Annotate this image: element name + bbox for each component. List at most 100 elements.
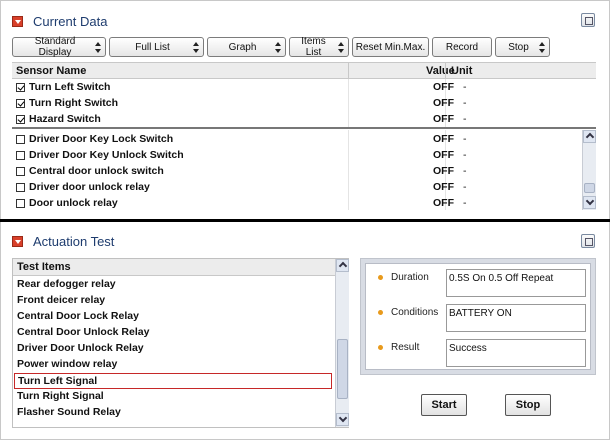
sensor-value: OFF xyxy=(433,113,454,125)
sensor-name: Turn Right Switch xyxy=(29,97,119,109)
stop-label: Stop xyxy=(508,41,529,53)
column-divider xyxy=(348,63,349,78)
list-item[interactable]: Flasher Sound Relay xyxy=(13,405,335,421)
list-mode-select[interactable]: Full List xyxy=(109,37,204,57)
graph-label: Graph xyxy=(228,41,257,53)
sensor-unit: - xyxy=(463,197,467,209)
actuation-test-title: Actuation Test xyxy=(33,233,115,249)
duration-label: Duration xyxy=(378,272,429,283)
row-checkbox[interactable] xyxy=(16,83,25,92)
sensor-list-scrollbar[interactable] xyxy=(582,130,596,210)
maximize-current-data-icon[interactable] xyxy=(581,13,595,27)
spinner-arrows-icon xyxy=(338,42,344,53)
list-item[interactable]: Driver Door Unlock Relay xyxy=(13,341,335,357)
conditions-label: Conditions xyxy=(378,307,438,318)
test-list-scrollbar[interactable] xyxy=(335,259,349,427)
sensor-value: OFF xyxy=(433,165,454,177)
sensor-name: Driver Door Key Lock Switch xyxy=(29,133,174,145)
list-item[interactable]: Front deicer relay xyxy=(13,293,335,309)
row-checkbox[interactable] xyxy=(16,167,25,176)
sensor-unit: - xyxy=(463,81,467,93)
column-divider xyxy=(348,130,349,210)
graph-select[interactable]: Graph xyxy=(207,37,286,57)
sensor-value: OFF xyxy=(433,81,454,93)
scroll-thumb[interactable] xyxy=(584,183,595,193)
scroll-down-icon[interactable] xyxy=(583,196,596,209)
display-mode-select[interactable]: Standard Display xyxy=(12,36,106,58)
spinner-arrows-icon xyxy=(95,42,101,53)
row-checkbox[interactable] xyxy=(16,183,25,192)
panel-separator xyxy=(0,219,610,222)
sensor-unit: - xyxy=(463,113,467,125)
sensor-name: Door unlock relay xyxy=(29,197,118,209)
column-unit: Unit xyxy=(451,65,473,77)
sensor-name: Turn Left Switch xyxy=(29,81,111,93)
stop-select[interactable]: Stop xyxy=(495,37,550,57)
bullet-icon xyxy=(378,309,383,315)
items-list-label: Items List xyxy=(301,36,326,58)
items-list-select[interactable]: Items List xyxy=(289,36,349,58)
scroll-down-icon[interactable] xyxy=(336,413,349,426)
sensor-name: Driver door unlock relay xyxy=(29,181,150,193)
row-checkbox[interactable] xyxy=(16,151,25,160)
spinner-arrows-icon xyxy=(539,42,545,53)
list-item-selected[interactable]: Turn Left Signal xyxy=(14,373,332,389)
maximize-actuation-test-icon[interactable] xyxy=(581,234,595,248)
sensor-name: Driver Door Key Unlock Switch xyxy=(29,149,184,161)
actuation-test-header: Actuation Test xyxy=(12,230,114,252)
column-divider xyxy=(445,63,446,78)
list-mode-label: Full List xyxy=(135,41,170,53)
test-items-list: Test Items Rear defogger relay Front dei… xyxy=(12,258,349,428)
display-mode-label: Standard Display xyxy=(34,36,76,58)
result-label: Result xyxy=(378,342,419,353)
list-item[interactable]: Power window relay xyxy=(13,357,335,373)
current-data-header: Current Data xyxy=(12,10,107,32)
sensor-unit: - xyxy=(463,181,467,193)
sensor-name: Hazard Switch xyxy=(29,113,101,125)
row-checkbox[interactable] xyxy=(16,115,25,124)
sensor-table-header: Sensor Name Value Unit xyxy=(12,62,596,79)
current-data-toolbar: Standard Display Full List Graph Items L… xyxy=(12,36,553,58)
list-item[interactable]: Rear defogger relay xyxy=(13,277,335,293)
test-items-header: Test Items xyxy=(13,259,335,276)
list-item[interactable]: Central Door Unlock Relay xyxy=(13,325,335,341)
sensor-value: OFF xyxy=(433,149,454,161)
sensor-value: OFF xyxy=(433,181,454,193)
bullet-icon xyxy=(378,344,383,350)
reset-min-max-button[interactable]: Reset Min.Max. xyxy=(352,37,429,57)
column-divider xyxy=(348,79,349,127)
scroll-up-icon[interactable] xyxy=(336,259,349,272)
sensor-unit: - xyxy=(463,149,467,161)
sensor-unit: - xyxy=(463,97,467,109)
collapse-actuation-test-icon[interactable] xyxy=(12,235,23,247)
spinner-arrows-icon xyxy=(275,42,281,53)
stop-button[interactable]: Stop xyxy=(505,394,551,416)
sensor-value: OFF xyxy=(433,197,454,209)
bullet-icon xyxy=(378,274,383,280)
sensor-unit: - xyxy=(463,133,467,145)
test-details-inner: Duration 0.5S On 0.5 Off Repeat Conditio… xyxy=(365,263,591,370)
conditions-field: BATTERY ON xyxy=(446,304,586,332)
row-checkbox[interactable] xyxy=(16,99,25,108)
conditions-label-text: Conditions xyxy=(391,307,439,318)
spinner-arrows-icon xyxy=(193,42,199,53)
row-checkbox[interactable] xyxy=(16,135,25,144)
scroll-thumb[interactable] xyxy=(337,339,348,399)
collapse-current-data-icon[interactable] xyxy=(12,15,23,27)
test-details-panel: Duration 0.5S On 0.5 Off Repeat Conditio… xyxy=(360,258,596,375)
current-data-title: Current Data xyxy=(33,13,108,29)
sensor-value: OFF xyxy=(433,97,454,109)
result-field: Success xyxy=(446,339,586,367)
list-item[interactable]: Central Door Lock Relay xyxy=(13,309,335,325)
list-item[interactable]: Turn Right Signal xyxy=(13,389,335,405)
scroll-up-icon[interactable] xyxy=(583,130,596,143)
sensor-name: Central door unlock switch xyxy=(29,165,164,177)
sensor-value: OFF xyxy=(433,133,454,145)
start-button[interactable]: Start xyxy=(421,394,467,416)
record-button[interactable]: Record xyxy=(432,37,492,57)
duration-label-text: Duration xyxy=(391,272,429,283)
sensor-unit: - xyxy=(463,165,467,177)
result-label-text: Result xyxy=(391,342,420,353)
row-checkbox[interactable] xyxy=(16,199,25,208)
column-sensor-name: Sensor Name xyxy=(16,65,87,77)
